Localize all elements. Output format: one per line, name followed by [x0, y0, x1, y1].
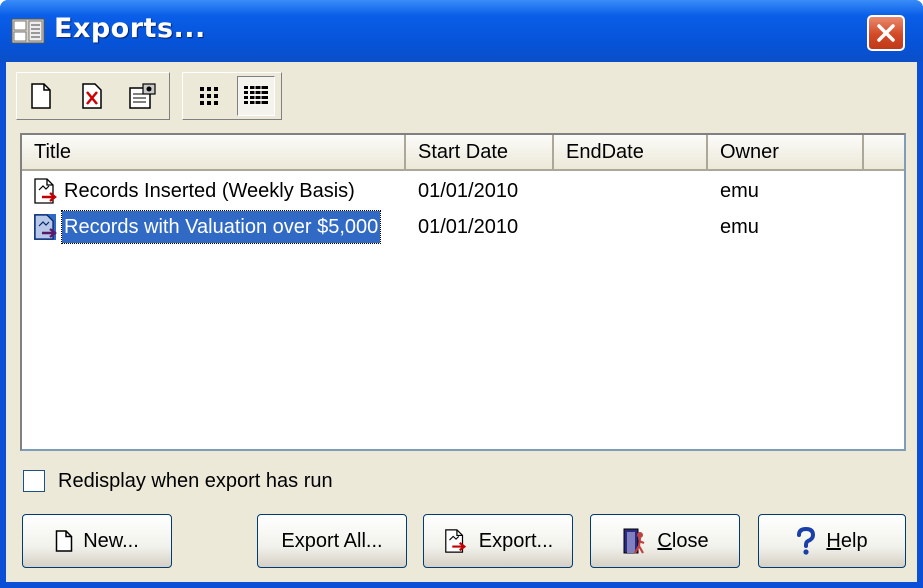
toolbar-group-actions: [16, 72, 170, 120]
help-button[interactable]: Help: [758, 514, 906, 568]
row-owner: emu: [720, 216, 759, 238]
export-all-button-label: Export All...: [281, 529, 383, 552]
new-button[interactable]: New...: [22, 514, 172, 568]
properties-icon: [129, 83, 156, 109]
new-document-icon: [55, 530, 73, 552]
new-document-toolbar-button[interactable]: [22, 76, 60, 116]
column-header-start-date[interactable]: Start Date: [406, 135, 554, 171]
export-document-icon: [34, 178, 57, 204]
help-mnemonic: H: [826, 529, 841, 552]
large-icons-view-button[interactable]: [190, 76, 228, 116]
export-document-icon: [444, 529, 466, 553]
window-title: Exports...: [54, 13, 206, 44]
row-title: Records with Valuation over $5,000: [60, 210, 382, 244]
help-button-label: Help: [826, 530, 867, 553]
delete-document-icon: [82, 83, 102, 109]
list-row-selected[interactable]: Records with Valuation over $5,000 01/01…: [22, 210, 902, 244]
export-document-icon: [34, 214, 57, 240]
properties-toolbar-button[interactable]: [124, 76, 162, 116]
row-start-date: 01/01/2010: [418, 180, 519, 202]
details-view-icon: [244, 85, 268, 105]
new-button-label: New...: [83, 529, 139, 552]
list-header: Title Start Date EndDate Owner: [22, 135, 904, 171]
exit-door-icon: [623, 528, 645, 554]
redisplay-checkbox[interactable]: [23, 470, 45, 492]
exports-app-icon: [11, 18, 45, 44]
help-label-rest: elp: [840, 529, 868, 552]
column-header-owner[interactable]: Owner: [708, 135, 864, 171]
row-owner: emu: [720, 180, 759, 202]
delete-document-toolbar-button[interactable]: [73, 76, 111, 116]
column-header-title[interactable]: Title: [22, 135, 406, 171]
export-button-label: Export...: [478, 529, 554, 552]
new-document-icon: [31, 83, 51, 109]
title-bar[interactable]: Exports...: [0, 0, 923, 62]
close-button-label: Close: [657, 530, 708, 553]
export-button[interactable]: Export...: [423, 514, 573, 568]
list-row[interactable]: Records Inserted (Weekly Basis) 01/01/20…: [22, 175, 902, 207]
close-label-rest: lose: [671, 529, 709, 552]
large-icons-view-icon: [200, 87, 218, 105]
window-close-button[interactable]: [867, 15, 905, 51]
column-header-filler: [864, 135, 904, 171]
close-icon: [877, 24, 895, 42]
close-button[interactable]: Close: [590, 514, 740, 568]
dialog-client-area: Title Start Date EndDate Owner Records I…: [6, 62, 917, 582]
close-mnemonic: C: [657, 529, 672, 552]
toolbar-group-view: [182, 72, 282, 120]
redisplay-label[interactable]: Redisplay when export has run: [58, 467, 333, 495]
exports-list[interactable]: Title Start Date EndDate Owner Records I…: [20, 133, 906, 451]
row-start-date: 01/01/2010: [418, 216, 519, 238]
column-header-end-date[interactable]: EndDate: [554, 135, 708, 171]
details-view-button[interactable]: [237, 76, 275, 116]
help-question-icon: [797, 527, 816, 555]
exports-window: Exports... Title Start Date EndDate Owne…: [0, 0, 923, 588]
row-title: Records Inserted (Weekly Basis): [64, 180, 355, 202]
export-all-button[interactable]: Export All...: [257, 514, 407, 568]
